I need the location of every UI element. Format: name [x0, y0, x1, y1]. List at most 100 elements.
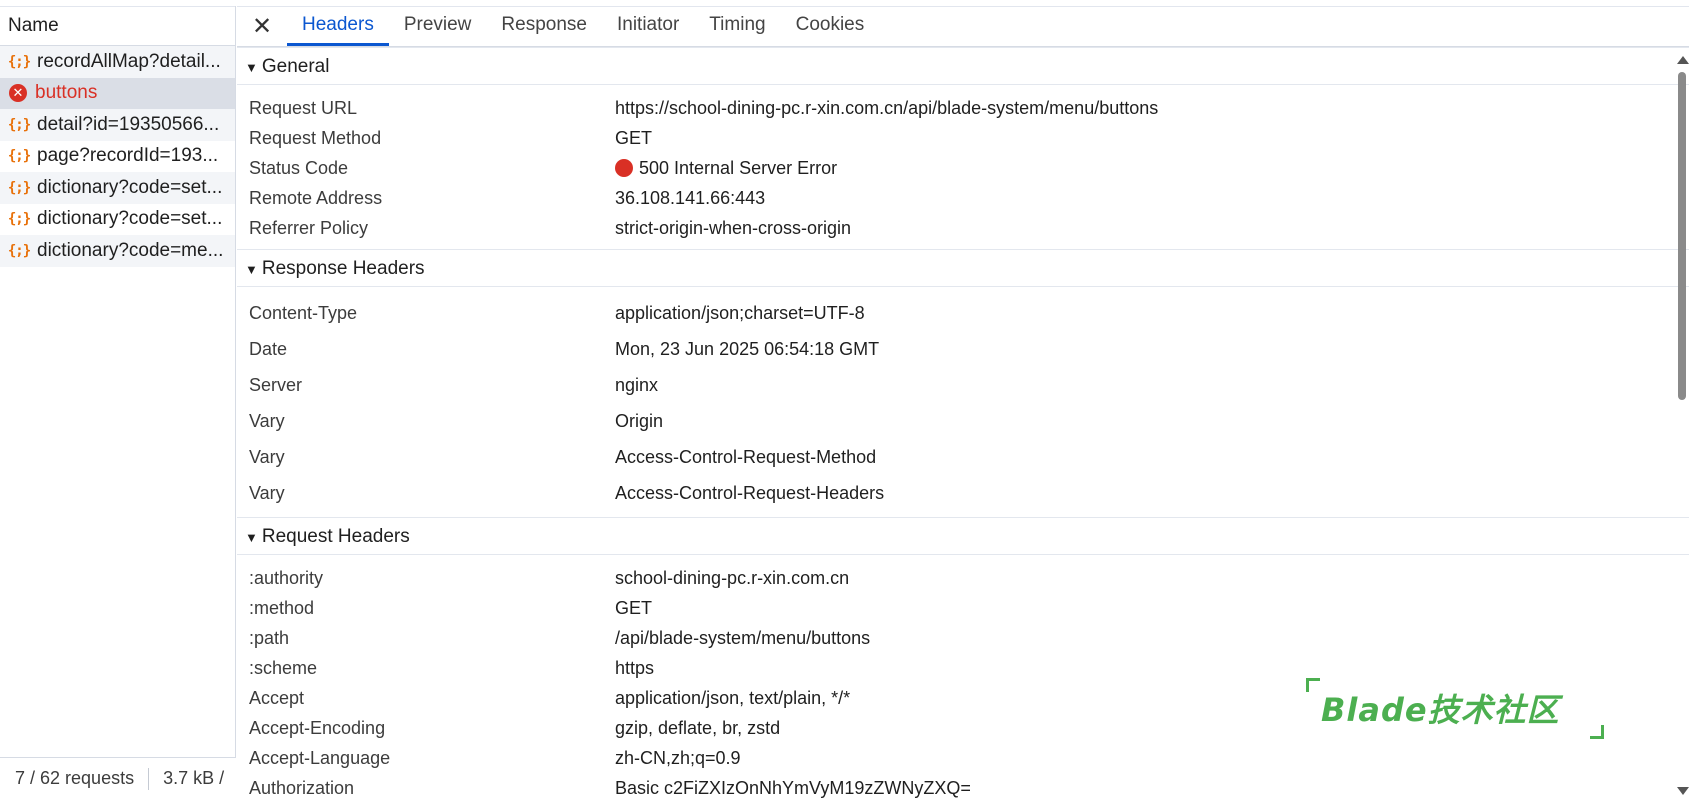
triangle-down-icon: ▼ [245, 262, 258, 277]
header-key: :method [249, 597, 315, 618]
request-name: recordAllMap?detail... [37, 50, 221, 72]
request-name: dictionary?code=me... [37, 239, 224, 261]
error-icon: ✕ [9, 84, 27, 103]
tab-response[interactable]: Response [486, 6, 602, 46]
status-summary-bar: 7 / 62 requests 3.7 kB / [0, 757, 236, 799]
general-section-header[interactable]: ▼ General [237, 47, 1689, 85]
header-key: Status Code [249, 157, 349, 178]
header-value[interactable]: school-dining-pc.r-xin.com.cn [615, 568, 849, 589]
header-row: Referrer Policy strict-origin-when-cross… [237, 213, 1689, 243]
divider [148, 767, 150, 790]
tab-headers[interactable]: Headers [287, 6, 389, 46]
header-key: Vary [249, 482, 285, 503]
header-value[interactable]: application/json, text/plain, */* [615, 688, 850, 709]
header-row: Authorization Basic c2FiZXIzOnNhYmVyM19z… [237, 773, 1689, 799]
request-item[interactable]: {;} page?recordId=193... [0, 141, 235, 173]
header-row: :method GET [237, 593, 1689, 623]
header-row: Vary Access-Control-Request-Headers [237, 475, 1689, 511]
section-title: Request Headers [261, 526, 410, 547]
request-list: {;} recordAllMap?detail... ✕ buttons {;}… [0, 46, 235, 267]
header-key: Vary [249, 410, 285, 431]
header-key: :authority [249, 567, 324, 588]
header-value[interactable]: nginx [615, 375, 658, 396]
header-value[interactable]: GET [615, 128, 652, 149]
header-value[interactable]: zh-CN,zh;q=0.9 [615, 748, 741, 769]
json-icon: {;} [7, 148, 31, 165]
scroll-down-arrow-icon[interactable] [1677, 787, 1689, 795]
request-item[interactable]: {;} detail?id=19350566... [0, 109, 235, 141]
request-name: dictionary?code=set... [37, 208, 223, 230]
header-key: Accept-Encoding [249, 717, 386, 738]
json-icon: {;} [7, 242, 31, 259]
watermark-text: Blade技术社区 [1321, 691, 1560, 729]
header-key: Authorization [249, 777, 355, 798]
header-value[interactable]: /api/blade-system/menu/buttons [615, 628, 870, 649]
json-icon: {;} [7, 53, 31, 70]
tab-timing[interactable]: Timing [694, 6, 780, 46]
status-value[interactable]: 500 Internal Server Error [615, 158, 837, 179]
name-column-header[interactable]: Name [0, 6, 235, 46]
header-value[interactable]: Mon, 23 Jun 2025 06:54:18 GMT [615, 339, 879, 360]
request-headers-section-header[interactable]: ▼ Request Headers [237, 517, 1689, 555]
header-value[interactable]: Access-Control-Request-Headers [615, 483, 884, 504]
json-icon: {;} [7, 116, 31, 133]
request-item-selected[interactable]: ✕ buttons [0, 77, 235, 109]
header-row: Content-Type application/json;charset=UT… [237, 295, 1689, 331]
header-row: Remote Address 36.108.141.66:443 [237, 183, 1689, 213]
details-tab-bar: ✕ Headers Preview Response Initiator Tim… [237, 6, 1689, 47]
transfer-size: 3.7 kB / [163, 768, 225, 788]
header-row: Server nginx [237, 367, 1689, 403]
header-row: Request Method GET [237, 123, 1689, 153]
header-value[interactable]: 36.108.141.66:443 [615, 188, 765, 209]
header-value[interactable]: https://school-dining-pc.r-xin.com.cn/ap… [615, 98, 1158, 119]
header-row: Date Mon, 23 Jun 2025 06:54:18 GMT [237, 331, 1689, 367]
request-item[interactable]: {;} dictionary?code=me... [0, 235, 235, 267]
response-header-rows: Content-Type application/json;charset=UT… [237, 287, 1689, 517]
header-key: Request URL [249, 97, 358, 118]
request-name: page?recordId=193... [37, 145, 219, 167]
tab-initiator[interactable]: Initiator [602, 6, 694, 46]
details-scrollbar[interactable] [1675, 52, 1689, 799]
watermark-corner [1306, 678, 1320, 692]
header-key: Remote Address [249, 187, 383, 208]
header-key: Request Method [249, 127, 382, 148]
header-value[interactable]: Basic c2FiZXIzOnNhYmVyM19zZWNyZXQ= [615, 778, 971, 799]
header-value[interactable]: gzip, deflate, br, zstd [615, 718, 780, 739]
request-item[interactable]: {;} dictionary?code=set... [0, 204, 235, 236]
header-value[interactable]: strict-origin-when-cross-origin [615, 218, 851, 239]
request-name: buttons [35, 82, 98, 104]
json-icon: {;} [7, 179, 31, 196]
status-text: 500 Internal Server Error [639, 157, 838, 178]
header-value[interactable]: Origin [615, 411, 663, 432]
watermark-corner [1590, 725, 1604, 739]
header-key: :path [249, 627, 290, 648]
response-headers-section-header[interactable]: ▼ Response Headers [237, 249, 1689, 287]
header-key: Content-Type [249, 302, 358, 323]
triangle-down-icon: ▼ [245, 530, 258, 545]
header-value[interactable]: Access-Control-Request-Method [615, 447, 876, 468]
header-row: Accept-Language zh-CN,zh;q=0.9 [237, 743, 1689, 773]
header-value[interactable]: GET [615, 598, 652, 619]
header-value[interactable]: https [615, 658, 654, 679]
scroll-up-arrow-icon[interactable] [1677, 56, 1689, 64]
scroll-thumb[interactable] [1678, 72, 1686, 400]
request-name: detail?id=19350566... [37, 113, 220, 135]
request-list-pane: Name {;} recordAllMap?detail... ✕ button… [0, 6, 236, 799]
header-key: Accept [249, 687, 305, 708]
request-item[interactable]: {;} dictionary?code=set... [0, 172, 235, 204]
section-title: Response Headers [261, 258, 425, 279]
request-item[interactable]: {;} recordAllMap?detail... [0, 46, 235, 78]
header-key: Server [249, 374, 303, 395]
header-row: Vary Access-Control-Request-Method [237, 439, 1689, 475]
error-status-dot-icon [615, 159, 633, 177]
header-row: Request URL https://school-dining-pc.r-x… [237, 93, 1689, 123]
tab-cookies[interactable]: Cookies [781, 6, 880, 46]
header-value[interactable]: application/json;charset=UTF-8 [615, 303, 865, 324]
header-key: Date [249, 338, 288, 359]
header-key: Accept-Language [249, 747, 391, 768]
header-key: Referrer Policy [249, 217, 369, 238]
tab-preview[interactable]: Preview [389, 6, 487, 46]
close-icon[interactable]: ✕ [237, 6, 287, 46]
request-name: dictionary?code=set... [37, 176, 223, 198]
header-key: Vary [249, 446, 285, 467]
